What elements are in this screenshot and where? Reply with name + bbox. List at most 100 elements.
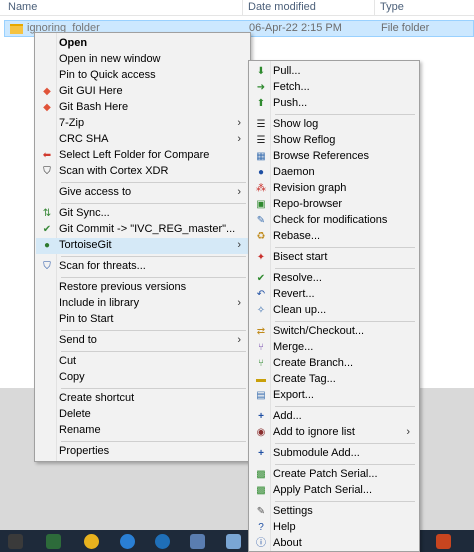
git-diamond-icon: ◆ xyxy=(43,86,51,97)
calculator-icon[interactable] xyxy=(190,534,205,549)
menu-item-tortoisegit[interactable]: ● TortoiseGit › xyxy=(36,238,249,254)
menu-item-pin-start[interactable]: Pin to Start xyxy=(36,312,249,328)
menu-item-restore-versions[interactable]: Restore previous versions xyxy=(36,280,249,296)
revision-graph-icon: ⁂ xyxy=(256,183,266,194)
menu-item-scan-cortex[interactable]: ⛉ Scan with Cortex XDR xyxy=(36,164,249,180)
menu-item-select-left-folder[interactable]: ⬅ Select Left Folder for Compare xyxy=(36,148,249,164)
menu-separator xyxy=(61,203,246,204)
tgit-pull[interactable]: ⬇ Pull... xyxy=(250,64,418,80)
menu-separator xyxy=(275,501,415,502)
menu-separator xyxy=(61,351,246,352)
tgit-check-modifications[interactable]: ✎ Check for modifications xyxy=(250,213,418,229)
menu-item-git-commit[interactable]: ✔ Git Commit -> "IVC_REG_master"... xyxy=(36,222,249,238)
menu-item-open-new-window[interactable]: Open in new window xyxy=(36,52,249,68)
menu-item-rename[interactable]: Rename xyxy=(36,423,249,439)
tgit-about[interactable]: ⓘ About xyxy=(250,536,418,552)
menu-separator xyxy=(275,443,415,444)
tgit-export[interactable]: ▤ Export... xyxy=(250,388,418,404)
tgit-browse-references[interactable]: ▦ Browse References xyxy=(250,149,418,165)
menu-item-give-access[interactable]: Give access to › xyxy=(36,185,249,201)
tgit-create-tag[interactable]: ▬ Create Tag... xyxy=(250,372,418,388)
taskbar-app-icon[interactable] xyxy=(155,534,170,549)
menu-item-copy[interactable]: Copy xyxy=(36,370,249,386)
reflog-icon: ☰ xyxy=(256,135,266,146)
tgit-create-branch[interactable]: ⑂ Create Branch... xyxy=(250,356,418,372)
menu-item-open[interactable]: Open xyxy=(36,36,249,52)
tgit-bisect-start[interactable]: ✦ Bisect start xyxy=(250,250,418,266)
menu-item-git-sync[interactable]: ⇅ Git Sync... xyxy=(36,206,249,222)
tgit-fetch[interactable]: ➜ Fetch... xyxy=(250,80,418,96)
menu-item-7zip[interactable]: 7-Zip › xyxy=(36,116,249,132)
chevron-right-icon: › xyxy=(237,133,241,145)
menu-item-send-to[interactable]: Send to › xyxy=(36,333,249,349)
git-sync-icon: ⇅ xyxy=(42,208,52,219)
tgit-add-ignore-list[interactable]: ◉ Add to ignore list › xyxy=(250,425,418,441)
paint-icon[interactable] xyxy=(226,534,241,549)
column-type[interactable]: Type xyxy=(380,1,404,13)
shield-icon: ⛉ xyxy=(43,166,51,177)
tgit-help[interactable]: ? Help xyxy=(250,520,418,536)
tgit-clean-up[interactable]: ✧ Clean up... xyxy=(250,303,418,319)
menu-separator xyxy=(275,321,415,322)
menu-item-create-shortcut[interactable]: Create shortcut xyxy=(36,391,249,407)
tgit-apply-patch-serial[interactable]: ▩ Apply Patch Serial... xyxy=(250,483,418,499)
menu-separator xyxy=(61,277,246,278)
tortoisegit-submenu: ⬇ Pull... ➜ Fetch... ⬆ Push... ☰ Show log ☰ S… xyxy=(248,60,420,552)
daemon-icon: ● xyxy=(257,167,265,178)
chrome-icon[interactable] xyxy=(84,534,99,549)
tgit-revision-graph[interactable]: ⁂ Revision graph xyxy=(250,181,418,197)
column-divider[interactable] xyxy=(374,0,375,16)
push-icon: ⬆ xyxy=(256,98,266,109)
add-icon: + xyxy=(258,411,264,422)
menu-separator xyxy=(61,182,246,183)
menu-separator xyxy=(61,388,246,389)
tgit-submodule-add[interactable]: + Submodule Add... xyxy=(250,446,418,462)
tgit-resolve[interactable]: ✔ Resolve... xyxy=(250,271,418,287)
folder-icon xyxy=(10,24,23,34)
menu-item-properties[interactable]: Properties xyxy=(36,444,249,460)
chevron-right-icon: › xyxy=(406,426,410,438)
folder-date: 06-Apr-22 2:15 PM xyxy=(249,22,342,34)
edge-icon[interactable] xyxy=(120,534,135,549)
menu-item-git-bash[interactable]: ◆ Git Bash Here xyxy=(36,100,249,116)
tgit-switch-checkout[interactable]: ⇄ Switch/Checkout... xyxy=(250,324,418,340)
chevron-right-icon: › xyxy=(237,297,241,309)
menu-separator xyxy=(275,268,415,269)
menu-item-scan-threats[interactable]: ⛉ Scan for threats... xyxy=(36,259,249,275)
menu-item-pin-quick-access[interactable]: Pin to Quick access xyxy=(36,68,249,84)
column-divider[interactable] xyxy=(242,0,243,16)
menu-item-git-gui[interactable]: ◆ Git GUI Here xyxy=(36,84,249,100)
patch-icon: ▩ xyxy=(256,469,266,480)
tgit-settings[interactable]: ✎ Settings xyxy=(250,504,418,520)
wrench-icon: ✎ xyxy=(256,506,266,517)
column-date-modified[interactable]: Date modified xyxy=(248,1,316,13)
check-modifications-icon: ✎ xyxy=(256,215,266,226)
menu-item-cut[interactable]: Cut xyxy=(36,354,249,370)
git-diamond-icon: ◆ xyxy=(43,102,51,113)
taskbar-app-icon[interactable] xyxy=(436,534,451,549)
tgit-repo-browser[interactable]: ▣ Repo-browser xyxy=(250,197,418,213)
menu-item-delete[interactable]: Delete xyxy=(36,407,249,423)
folder-type: File folder xyxy=(381,22,430,34)
chevron-right-icon: › xyxy=(237,334,241,346)
taskbar-app-icon[interactable] xyxy=(8,534,23,549)
tgit-merge[interactable]: ⑂ Merge... xyxy=(250,340,418,356)
tgit-show-log[interactable]: ☰ Show log xyxy=(250,117,418,133)
defender-shield-icon: ⛉ xyxy=(43,261,51,272)
repo-browser-icon: ▣ xyxy=(256,199,266,210)
help-icon: ? xyxy=(258,522,264,533)
menu-item-include-library[interactable]: Include in library › xyxy=(36,296,249,312)
bisect-icon: ✦ xyxy=(256,252,266,263)
tgit-rebase[interactable]: ♻ Rebase... xyxy=(250,229,418,245)
menu-item-crc-sha[interactable]: CRC SHA › xyxy=(36,132,249,148)
tgit-push[interactable]: ⬆ Push... xyxy=(250,96,418,112)
column-name[interactable]: Name xyxy=(8,1,37,13)
tgit-show-reflog[interactable]: ☰ Show Reflog xyxy=(250,133,418,149)
tgit-daemon[interactable]: ● Daemon xyxy=(250,165,418,181)
column-header: Name Date modified Type xyxy=(0,0,474,16)
tgit-create-patch-serial[interactable]: ▩ Create Patch Serial... xyxy=(250,467,418,483)
info-icon: ⓘ xyxy=(256,538,266,549)
tgit-revert[interactable]: ↶ Revert... xyxy=(250,287,418,303)
taskbar-app-icon[interactable] xyxy=(46,534,61,549)
tgit-add[interactable]: + Add... xyxy=(250,409,418,425)
